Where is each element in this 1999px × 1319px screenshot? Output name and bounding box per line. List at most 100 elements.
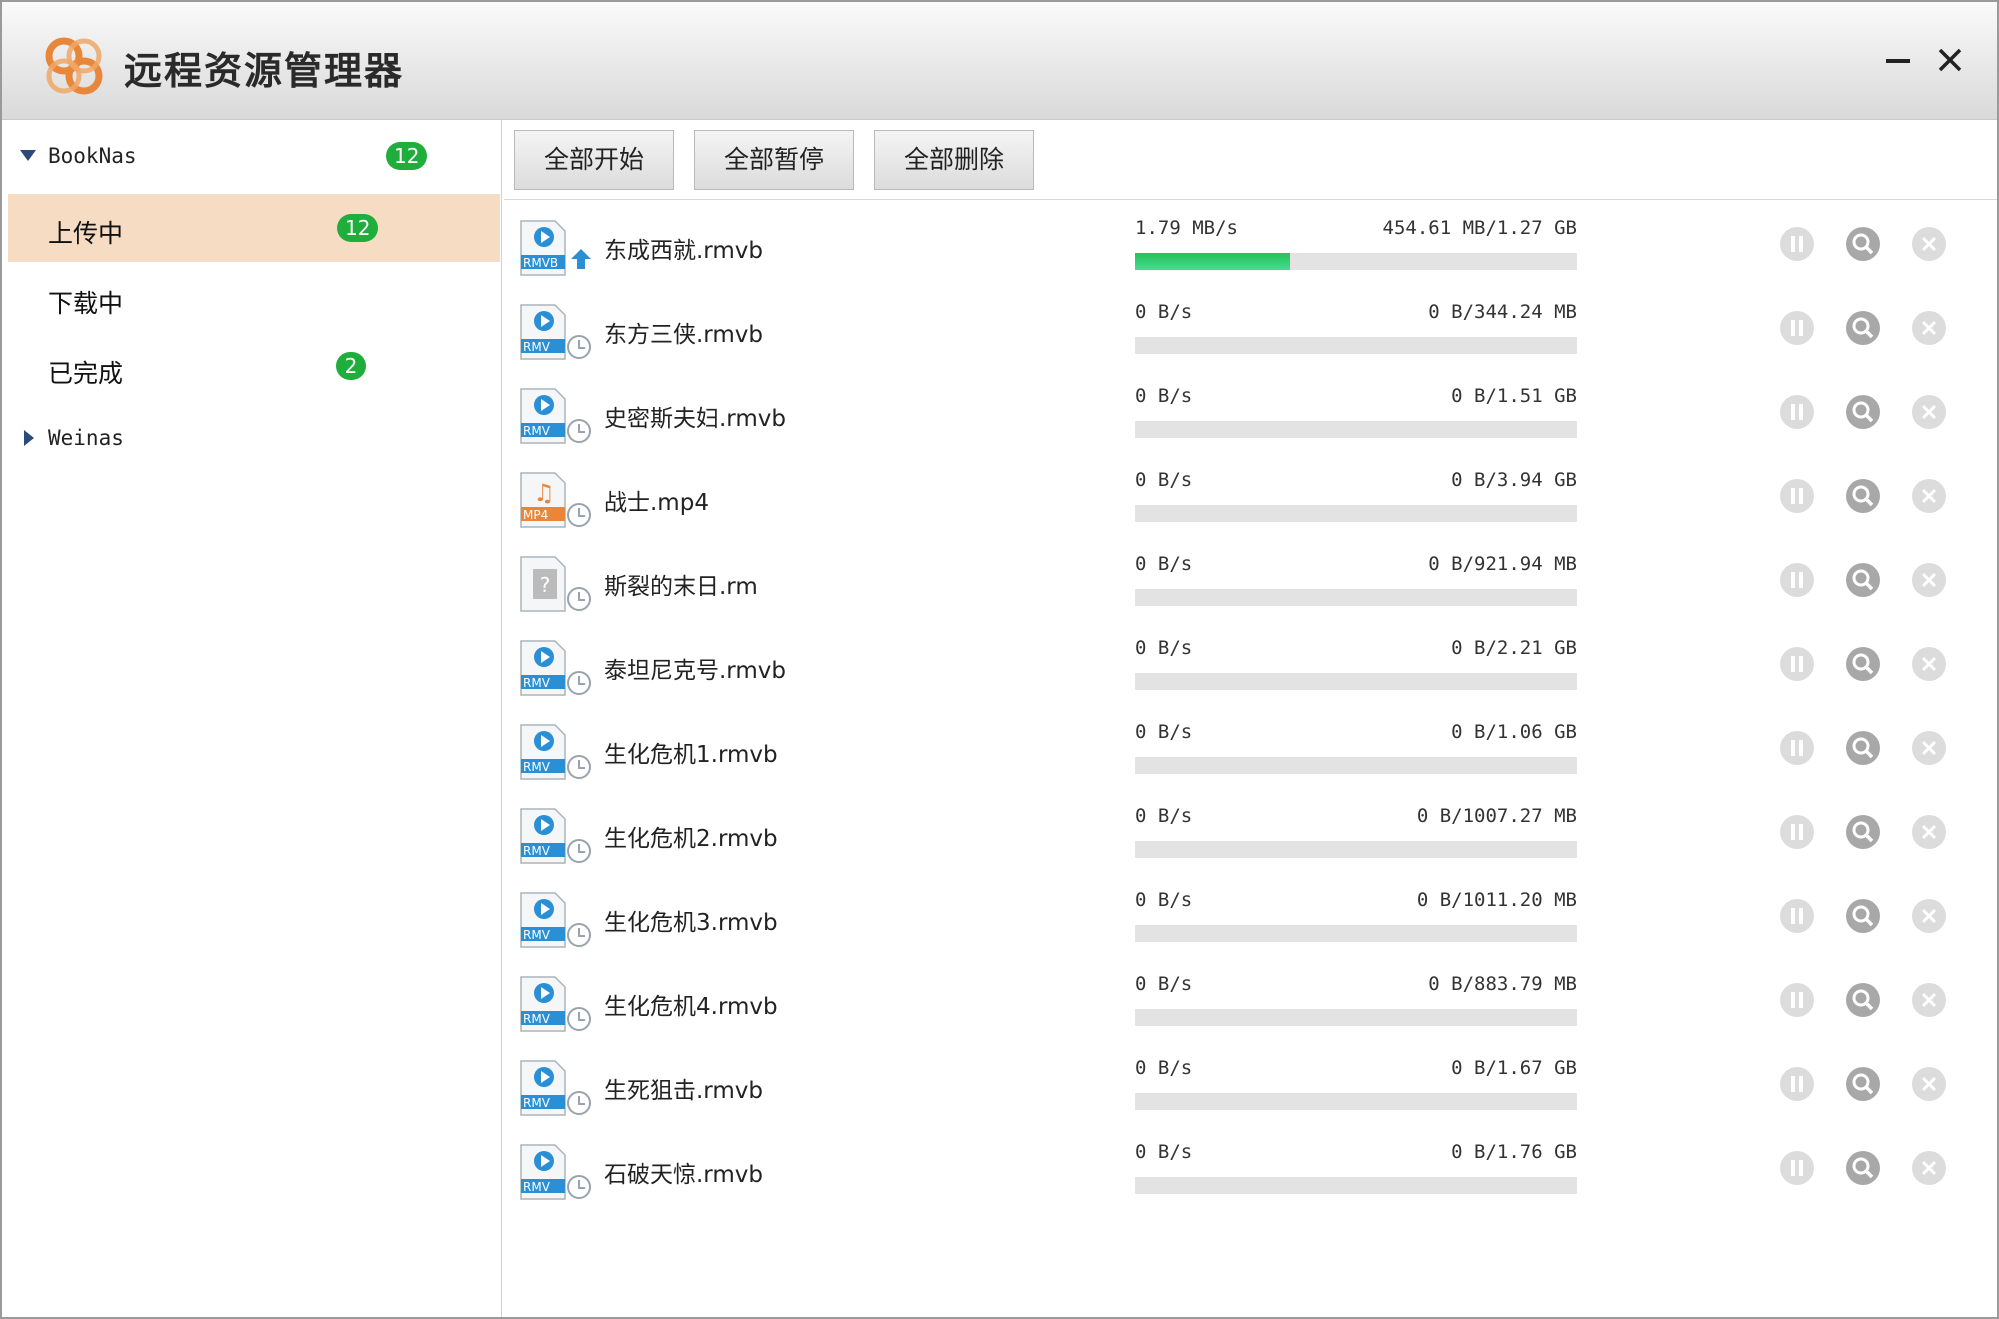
pause-icon[interactable] xyxy=(1778,645,1816,683)
sidebar: BookNas 12 上传中 12 下载中 已完成 2 Weinas xyxy=(2,120,502,1317)
table-row[interactable]: RMV 石破天惊.rmvb 0 B/s 0 B/1.76 GB xyxy=(504,1125,1997,1209)
file-name: 生化危机1.rmvb xyxy=(604,742,778,768)
search-icon[interactable] xyxy=(1844,561,1882,599)
pause-icon[interactable] xyxy=(1778,393,1816,431)
table-row[interactable]: RMV 生死狙击.rmvb 0 B/s 0 B/1.67 GB xyxy=(504,1041,1997,1125)
search-icon[interactable] xyxy=(1844,393,1882,431)
delete-icon[interactable] xyxy=(1910,1065,1948,1103)
close-button[interactable] xyxy=(1930,40,1970,80)
delete-icon[interactable] xyxy=(1910,1149,1948,1187)
file-name: 生化危机2.rmvb xyxy=(604,826,778,852)
file-name: 东方三侠.rmvb xyxy=(604,322,763,348)
file-name: 泰坦尼克号.rmvb xyxy=(604,658,786,684)
table-row[interactable]: RMV 泰坦尼克号.rmvb 0 B/s 0 B/2.21 GB xyxy=(504,621,1997,705)
table-row[interactable]: RMV 生化危机2.rmvb 0 B/s 0 B/1007.27 MB xyxy=(504,789,1997,873)
delete-icon[interactable] xyxy=(1910,477,1948,515)
delete-icon[interactable] xyxy=(1910,729,1948,767)
sidebar-item-uploading[interactable]: 上传中 12 xyxy=(8,194,500,262)
search-icon[interactable] xyxy=(1844,897,1882,935)
delete-icon[interactable] xyxy=(1910,813,1948,851)
file-type-label: RMV xyxy=(523,424,551,438)
file-name: 史密斯夫妇.rmvb xyxy=(604,406,786,432)
progress-bar xyxy=(1135,421,1577,438)
file-type-label: MP4 xyxy=(523,508,548,522)
progress-bar xyxy=(1135,589,1577,606)
delete-icon[interactable] xyxy=(1910,981,1948,1019)
rmvb-waiting-icon: RMV xyxy=(520,388,591,444)
mp4-waiting-icon: ♫MP4 xyxy=(520,472,591,528)
minimize-button[interactable] xyxy=(1878,40,1918,80)
pause-icon[interactable] xyxy=(1778,1065,1816,1103)
delete-icon[interactable] xyxy=(1910,645,1948,683)
count-badge: 2 xyxy=(336,352,366,380)
search-icon[interactable] xyxy=(1844,645,1882,683)
table-row[interactable]: ♫ MP4 战士.mp4 0 B/s 0 B/3.94 GB xyxy=(504,453,1997,537)
sidebar-item-completed[interactable]: 已完成 2 xyxy=(8,334,500,402)
progress-bar xyxy=(1135,841,1577,858)
pause-icon[interactable] xyxy=(1778,309,1816,347)
sidebar-item-downloading[interactable]: 下载中 xyxy=(8,264,500,332)
file-type-label: RMV xyxy=(523,844,551,858)
search-icon[interactable] xyxy=(1844,813,1882,851)
progress-bar xyxy=(1135,925,1577,942)
file-type-label: RMV xyxy=(523,676,551,690)
transfer-size: 454.61 MB/1.27 GB xyxy=(1382,217,1577,239)
tree-group-booknas[interactable]: BookNas 12 xyxy=(2,128,502,188)
progress-bar xyxy=(1135,337,1577,354)
delete-all-button[interactable]: 全部删除 xyxy=(874,130,1034,190)
file-name: 生化危机4.rmvb xyxy=(604,994,778,1020)
delete-icon[interactable] xyxy=(1910,309,1948,347)
search-icon[interactable] xyxy=(1844,477,1882,515)
pause-icon[interactable] xyxy=(1778,981,1816,1019)
file-type-label: RMV xyxy=(523,340,551,354)
pause-icon[interactable] xyxy=(1778,477,1816,515)
delete-icon[interactable] xyxy=(1910,561,1948,599)
pause-icon[interactable] xyxy=(1778,813,1816,851)
sidebar-item-label: 下载中 xyxy=(48,289,124,318)
delete-icon[interactable] xyxy=(1910,897,1948,935)
search-icon[interactable] xyxy=(1844,729,1882,767)
search-icon[interactable] xyxy=(1844,1065,1882,1103)
rmvb-uploading-icon: RMVB xyxy=(520,220,591,276)
search-icon[interactable] xyxy=(1844,1149,1882,1187)
transfer-size: 0 B/883.79 MB xyxy=(1428,973,1577,995)
sidebar-item-label: 上传中 xyxy=(48,219,124,248)
sidebar-item-label: 已完成 xyxy=(48,359,124,388)
search-icon[interactable] xyxy=(1844,981,1882,1019)
app-title: 远程资源管理器 xyxy=(124,48,405,93)
progress-bar xyxy=(1135,1093,1577,1110)
pause-icon[interactable] xyxy=(1778,729,1816,767)
table-row[interactable]: RMV 生化危机4.rmvb 0 B/s 0 B/883.79 MB xyxy=(504,957,1997,1041)
table-row[interactable]: RMVB 东成西就.rmvb 1.79 MB/s 454.61 MB/1.27 GB xyxy=(504,201,1997,285)
file-type-label: RMVB xyxy=(523,256,558,270)
pause-all-button[interactable]: 全部暂停 xyxy=(694,130,854,190)
table-row[interactable]: RMV 生化危机3.rmvb 0 B/s 0 B/1011.20 MB xyxy=(504,873,1997,957)
pause-icon[interactable] xyxy=(1778,1149,1816,1187)
svg-text:?: ? xyxy=(540,573,551,597)
file-type-label: RMV xyxy=(523,928,551,942)
rmvb-waiting-icon: RMV xyxy=(520,808,591,864)
file-type-label: RMV xyxy=(523,1180,551,1194)
pause-icon[interactable] xyxy=(1778,225,1816,263)
file-name: 斯裂的末日.rm xyxy=(604,574,758,600)
table-row[interactable]: RMV 东方三侠.rmvb 0 B/s 0 B/344.24 MB xyxy=(504,285,1997,369)
progress-bar xyxy=(1135,757,1577,774)
app-logo-icon xyxy=(45,37,103,95)
delete-icon[interactable] xyxy=(1910,393,1948,431)
title-bar[interactable]: 远程资源管理器 xyxy=(2,2,1997,120)
start-all-button[interactable]: 全部开始 xyxy=(514,130,674,190)
pause-icon[interactable] xyxy=(1778,897,1816,935)
table-row[interactable]: RMV 史密斯夫妇.rmvb 0 B/s 0 B/1.51 GB xyxy=(504,369,1997,453)
search-icon[interactable] xyxy=(1844,225,1882,263)
minimize-icon xyxy=(1886,59,1910,63)
pause-icon[interactable] xyxy=(1778,561,1816,599)
table-row[interactable]: RMV 生化危机1.rmvb 0 B/s 0 B/1.06 GB xyxy=(504,705,1997,789)
transfer-size: 0 B/1.51 GB xyxy=(1451,385,1577,407)
progress-bar xyxy=(1135,673,1577,690)
tree-group-weinas[interactable]: Weinas xyxy=(2,410,502,470)
table-row[interactable]: ? 斯裂的末日.rm 0 B/s 0 B/921.94 MB xyxy=(504,537,1997,621)
chevron-right-icon xyxy=(24,430,34,446)
search-icon[interactable] xyxy=(1844,309,1882,347)
tree-group-label: Weinas xyxy=(48,426,124,450)
delete-icon[interactable] xyxy=(1910,225,1948,263)
